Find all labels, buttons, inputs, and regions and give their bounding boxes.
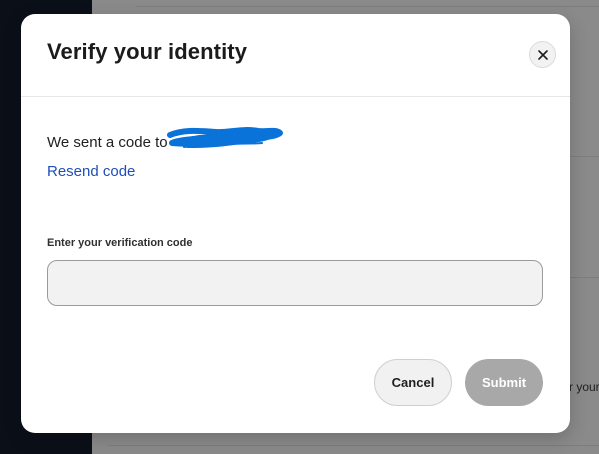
verification-code-input[interactable] [47,260,543,306]
background-divider [568,277,599,278]
submit-button[interactable]: Submit [465,359,543,406]
dialog-header: Verify your identity [21,14,570,97]
dialog-title: Verify your identity [47,39,248,64]
close-button[interactable] [529,41,556,68]
background-divider [136,6,599,7]
code-sent-message: We sent a code to [47,127,284,157]
redaction-scribble [166,127,283,148]
resend-code-link[interactable]: Resend code [47,163,135,180]
cancel-button[interactable]: Cancel [374,359,452,406]
verification-code-label: Enter your verification code [47,237,193,249]
background-peek-text: r your [569,380,599,394]
code-sent-text: We sent a code to [47,133,168,151]
verify-identity-dialog: Verify your identity We sent a code to R… [21,14,570,433]
background-divider [108,445,599,446]
close-icon [537,49,548,60]
background-divider [568,156,599,157]
